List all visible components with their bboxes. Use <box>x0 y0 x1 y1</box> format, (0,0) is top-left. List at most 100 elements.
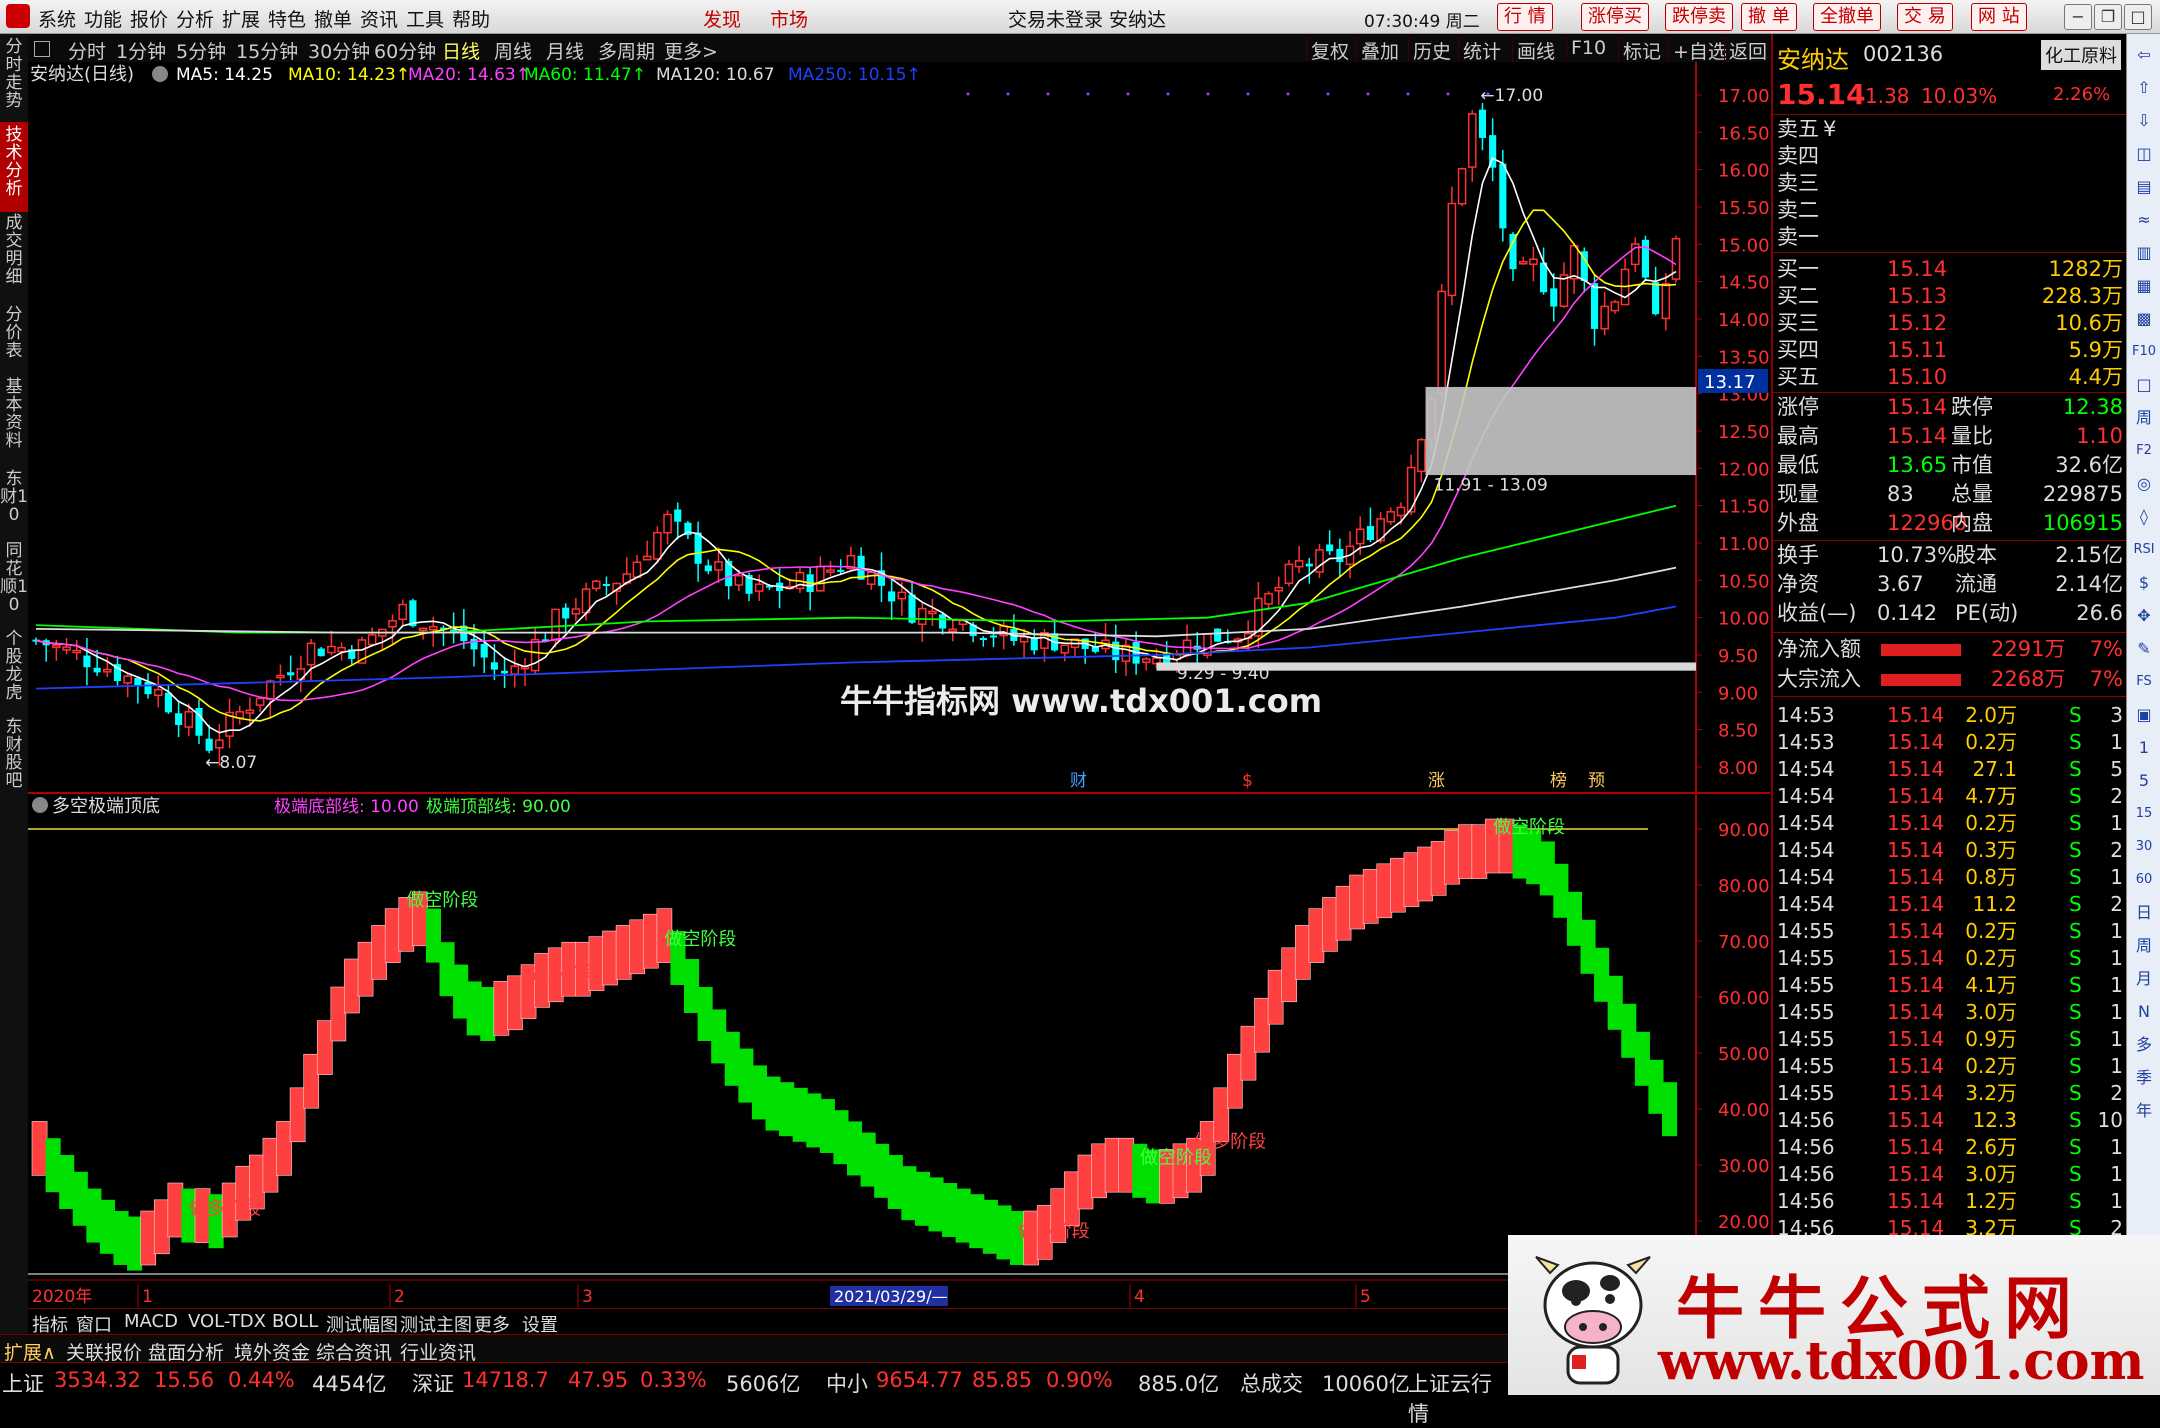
chart-tool-button[interactable]: 统计 <box>1458 37 1501 64</box>
left-tab[interactable]: 同花顺10 <box>0 538 28 628</box>
chart-tool-button[interactable]: F10 <box>1566 37 1606 59</box>
collapse-icon[interactable] <box>32 797 48 813</box>
event-marker[interactable]: 财 <box>1070 771 1087 791</box>
side-tool-icon[interactable]: 1 <box>2131 735 2157 761</box>
side-tool-icon[interactable]: ▦ <box>2131 273 2157 299</box>
period-tab[interactable]: 分时 <box>68 37 106 64</box>
period-tab[interactable]: 60分钟 <box>374 37 436 64</box>
side-tool-icon[interactable]: 日 <box>2131 900 2157 926</box>
period-tab[interactable]: 月线 <box>546 37 584 64</box>
menu-item[interactable]: 分析 <box>176 5 214 32</box>
side-tool-icon[interactable]: 多 <box>2131 1032 2157 1058</box>
menu-item[interactable]: 资讯 <box>360 5 398 32</box>
period-tab[interactable]: 日线 <box>442 37 480 64</box>
side-tool-icon[interactable]: 年 <box>2131 1098 2157 1124</box>
menu-market[interactable]: 市场 <box>770 5 808 32</box>
menu-item[interactable]: 扩展 <box>222 5 260 32</box>
period-tab[interactable]: 多周期 <box>598 37 655 64</box>
side-tool-icon[interactable]: $ <box>2131 570 2157 596</box>
side-tool-icon[interactable]: ▥ <box>2131 240 2157 266</box>
chart-tool-button[interactable]: 历史 <box>1408 37 1451 64</box>
trade-button[interactable]: 跌停卖 <box>1665 3 1733 31</box>
industry-badge[interactable]: 化工原料 <box>2041 40 2121 70</box>
menu-discover[interactable]: 发现 <box>703 5 741 32</box>
left-tab[interactable]: 个股龙虎 <box>0 626 28 716</box>
chart-tool-button[interactable]: +自选 <box>1668 37 1727 64</box>
left-tab[interactable]: 分价表 <box>0 302 28 376</box>
chart-tool-button[interactable]: 叠加 <box>1356 37 1399 64</box>
side-tool-icon[interactable]: 60 <box>2131 867 2157 893</box>
event-marker[interactable]: 涨 <box>1428 771 1445 791</box>
side-tool-icon[interactable]: ◫ <box>2131 141 2157 167</box>
event-marker[interactable]: 预 <box>1588 771 1605 791</box>
side-tool-icon[interactable]: FS <box>2131 669 2157 695</box>
trade-button[interactable]: 网 站 <box>1971 3 2027 31</box>
ext-tab[interactable]: 行业资讯 <box>400 1338 476 1365</box>
side-tool-icon[interactable]: ▣ <box>2131 702 2157 728</box>
chart-tool-button[interactable]: 标记 <box>1618 37 1661 64</box>
event-marker[interactable]: 榜 <box>1550 771 1567 791</box>
indicator-tab[interactable]: VOL-TDX <box>188 1311 266 1332</box>
side-tool-icon[interactable]: F10 <box>2131 339 2157 365</box>
side-tool-icon[interactable]: N <box>2131 999 2157 1025</box>
ad-banner[interactable]: 牛牛公式网 www.tdx001.com <box>1508 1235 2160 1395</box>
period-tab[interactable]: 15分钟 <box>236 37 298 64</box>
side-tool-icon[interactable]: ◊ <box>2131 504 2157 530</box>
maximize-button[interactable]: □ <box>2124 4 2152 30</box>
side-tool-icon[interactable]: 季 <box>2131 1065 2157 1091</box>
side-tool-icon[interactable]: ≈ <box>2131 207 2157 233</box>
minimize-button[interactable]: − <box>2064 4 2092 30</box>
side-tool-icon[interactable]: ◎ <box>2131 471 2157 497</box>
side-tool-icon[interactable]: 5 <box>2131 768 2157 794</box>
left-tab[interactable]: 技术分析 <box>0 122 28 212</box>
chart-tool-button[interactable]: 画线 <box>1512 37 1555 64</box>
side-tool-icon[interactable]: RSI <box>2131 537 2157 563</box>
indicator-tab[interactable]: BOLL <box>272 1311 318 1332</box>
trade-button[interactable]: 涨停买 <box>1581 3 1649 31</box>
trade-button[interactable]: 全撤单 <box>1813 3 1881 31</box>
menu-item[interactable]: 报价 <box>130 5 168 32</box>
side-tool-icon[interactable]: 30 <box>2131 834 2157 860</box>
side-tool-icon[interactable]: 周 <box>2131 933 2157 959</box>
left-tab[interactable]: 基本资料 <box>0 374 28 468</box>
side-tool-icon[interactable]: □ <box>2131 372 2157 398</box>
trade-button[interactable]: 行 情 <box>1497 3 1553 31</box>
ext-tab[interactable]: 盘面分析 <box>148 1338 224 1365</box>
period-tab[interactable]: 更多> <box>664 37 718 64</box>
side-tool-icon[interactable]: 15 <box>2131 801 2157 827</box>
chart-tool-button[interactable]: 返回 <box>1724 37 1767 64</box>
event-marker[interactable]: $ <box>1242 771 1253 791</box>
side-tool-icon[interactable]: ▤ <box>2131 174 2157 200</box>
ext-tab[interactable]: 关联报价 <box>66 1338 142 1365</box>
menu-item[interactable]: 功能 <box>84 5 122 32</box>
side-tool-icon[interactable]: 周 <box>2131 405 2157 431</box>
trade-button[interactable]: 撤 单 <box>1741 3 1797 31</box>
ext-tab[interactable]: 综合资讯 <box>316 1338 392 1365</box>
left-tab[interactable]: 东财股吧 <box>0 714 28 804</box>
side-tool-icon[interactable]: ⇧ <box>2131 75 2157 101</box>
collapse-icon[interactable] <box>152 66 168 82</box>
left-tab[interactable]: 东财10 <box>0 466 28 540</box>
side-tool-icon[interactable]: ✥ <box>2131 603 2157 629</box>
period-tab[interactable]: 周线 <box>494 37 532 64</box>
side-tool-icon[interactable]: ✎ <box>2131 636 2157 662</box>
trade-button[interactable]: 交 易 <box>1897 3 1953 31</box>
indicator-tab[interactable]: MACD <box>124 1311 178 1332</box>
ext-tab[interactable]: 扩展∧ <box>4 1338 56 1365</box>
side-tool-icon[interactable]: ⇩ <box>2131 108 2157 134</box>
side-tool-icon[interactable]: F2 <box>2131 438 2157 464</box>
period-tab[interactable]: 5分钟 <box>176 37 226 64</box>
side-tool-icon[interactable]: ▩ <box>2131 306 2157 332</box>
side-tool-icon[interactable]: 月 <box>2131 966 2157 992</box>
menu-item[interactable]: 撤单 <box>314 5 352 32</box>
side-tool-icon[interactable]: ⇦ <box>2131 42 2157 68</box>
left-tab[interactable]: 成交明细 <box>0 210 28 304</box>
menu-item[interactable]: 工具 <box>406 5 444 32</box>
menu-item[interactable]: 系统 <box>38 5 76 32</box>
menu-item[interactable]: 帮助 <box>452 5 490 32</box>
menu-item[interactable]: 特色 <box>268 5 306 32</box>
panel-toggle-icon[interactable] <box>34 41 50 57</box>
chart-tool-button[interactable]: 复权 <box>1306 37 1349 64</box>
ext-tab[interactable]: 境外资金 <box>234 1338 310 1365</box>
period-tab[interactable]: 30分钟 <box>308 37 370 64</box>
